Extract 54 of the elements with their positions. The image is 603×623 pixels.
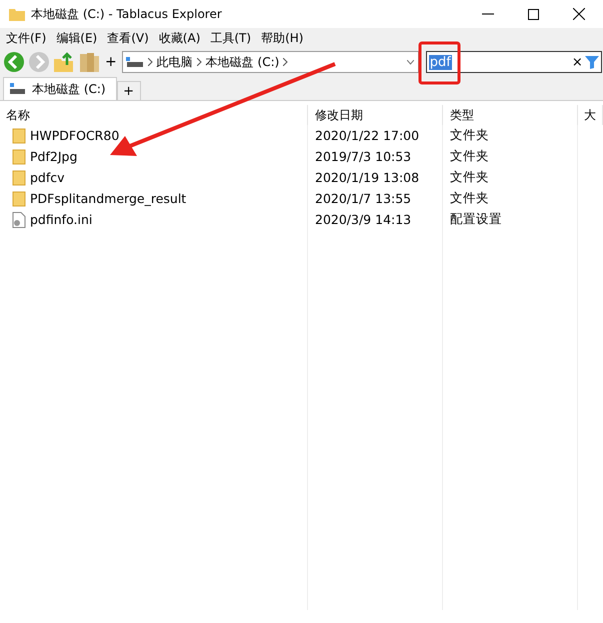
file-name[interactable]: pdfcv <box>30 170 65 185</box>
table-cell: 文件夹 <box>443 146 578 167</box>
column-header[interactable]: 名称 <box>0 105 308 125</box>
chevron-icon <box>283 58 288 66</box>
search-text: pdf <box>428 54 452 70</box>
folder-icon <box>12 190 26 206</box>
column-header[interactable]: 大 <box>578 105 603 125</box>
dropdown-icon[interactable] <box>406 60 414 65</box>
drive-icon <box>10 83 26 95</box>
search-field[interactable]: pdf × <box>426 51 602 73</box>
highlight-frame <box>418 42 460 84</box>
filter-icon[interactable] <box>584 55 599 69</box>
folder-icon <box>12 170 26 186</box>
table-cell: 文件夹 <box>443 188 578 209</box>
menu-item[interactable]: 工具(T) <box>210 30 252 46</box>
new-tab-button[interactable]: + <box>116 81 141 100</box>
menu-item[interactable]: 文件(F) <box>6 30 46 46</box>
table-cell: 2020/1/19 13:08 <box>308 167 443 188</box>
address-bar[interactable]: 此电脑 本地磁盘 (C:) <box>122 51 419 73</box>
menu-item[interactable]: 收藏(A) <box>158 30 200 46</box>
file-name[interactable]: Pdf2Jpg <box>30 149 78 164</box>
breadcrumb-item[interactable]: 此电脑 <box>156 54 193 70</box>
menu-item[interactable]: 查看(V) <box>107 30 149 46</box>
folder-icon <box>9 7 25 21</box>
file-name[interactable]: PDFsplitandmerge_result <box>30 191 186 206</box>
table-cell: 文件夹 <box>443 125 578 146</box>
chevron-icon <box>196 58 202 66</box>
table-cell: 2020/3/9 14:13 <box>308 209 443 230</box>
folder-icon <box>12 128 26 144</box>
settings-file-icon <box>12 212 26 228</box>
maximize-icon[interactable] <box>528 8 539 20</box>
folder-icon <box>12 148 26 164</box>
column-header[interactable]: 类型 <box>443 105 578 125</box>
table-cell: 配置设置 <box>443 209 578 230</box>
drive-icon <box>126 56 144 68</box>
file-name[interactable]: HWPDFOCR80 <box>30 128 120 143</box>
table-cell: 文件夹 <box>443 167 578 188</box>
add-button[interactable]: + <box>103 54 119 70</box>
menu-item[interactable]: 帮助(H) <box>261 30 304 46</box>
close-icon[interactable] <box>573 8 585 20</box>
back-icon[interactable] <box>3 51 25 73</box>
books-icon[interactable] <box>78 51 100 73</box>
column-header[interactable]: 修改日期 <box>308 105 443 125</box>
folder-up-icon[interactable] <box>53 51 75 73</box>
table-cell: 2020/1/7 13:55 <box>308 188 443 209</box>
chevron-icon <box>148 58 153 66</box>
breadcrumb-item[interactable]: 本地磁盘 (C:) <box>206 54 280 70</box>
table-cell: 2020/1/22 17:00 <box>308 125 443 146</box>
table-cell: 2019/7/3 10:53 <box>308 146 443 167</box>
clear-button[interactable]: × <box>572 54 583 70</box>
tab[interactable]: 本地磁盘 (C:) <box>3 77 117 100</box>
window-title: 本地磁盘 (C:) - Tablacus Explorer <box>31 6 223 22</box>
menu-item[interactable]: 编辑(E) <box>56 30 98 46</box>
file-name[interactable]: pdfinfo.ini <box>30 212 92 227</box>
